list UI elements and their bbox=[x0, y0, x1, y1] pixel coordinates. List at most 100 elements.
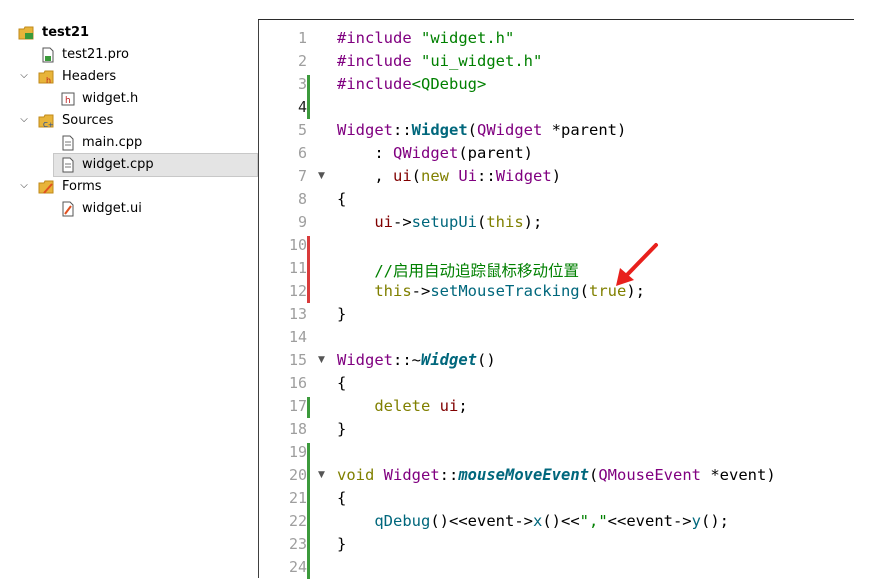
pro-file-icon bbox=[40, 47, 56, 63]
chevron-down-icon[interactable]: ⌵ bbox=[18, 114, 30, 126]
line-number: 13 bbox=[288, 305, 307, 323]
code-line[interactable]: #include "ui_widget.h" bbox=[337, 52, 542, 70]
code-token: Widget bbox=[337, 121, 393, 139]
line-number: 17 bbox=[288, 397, 307, 415]
code-token: { bbox=[337, 190, 347, 208]
code-line[interactable]: { bbox=[337, 374, 346, 392]
code-token: <QDebug> bbox=[411, 75, 487, 93]
change-marker bbox=[307, 236, 310, 303]
code-token: :: bbox=[393, 121, 412, 139]
code-line[interactable]: } bbox=[337, 535, 346, 553]
code-line[interactable]: #include<QDebug> bbox=[337, 75, 486, 93]
tree-item-label: main.cpp bbox=[82, 135, 143, 150]
tree-item-label: Sources bbox=[62, 113, 114, 128]
project-tree: test21 test21.pro ⌵ h Headers h widget.h… bbox=[0, 20, 258, 578]
code-token: mouseMoveEvent bbox=[458, 466, 589, 484]
tree-item-project[interactable]: test21 bbox=[0, 22, 258, 44]
code-line[interactable]: this->setMouseTracking(true); bbox=[337, 282, 645, 300]
line-number: 6 bbox=[297, 144, 307, 162]
code-line[interactable]: } bbox=[337, 305, 346, 323]
code-token: ( bbox=[477, 213, 487, 231]
headers-folder-icon: h bbox=[38, 69, 54, 85]
code-token: QMouseEvent bbox=[598, 466, 701, 484]
code-token: :: bbox=[439, 466, 459, 484]
line-number: 12 bbox=[288, 282, 307, 300]
code-token: ( bbox=[411, 167, 422, 185]
change-marker bbox=[307, 443, 310, 579]
code-token: ( bbox=[467, 121, 478, 139]
tree-item-label: widget.ui bbox=[82, 201, 142, 216]
tree-item-label: widget.cpp bbox=[82, 157, 154, 172]
code-line[interactable]: { bbox=[337, 190, 346, 208]
code-token: ()<< bbox=[542, 512, 580, 530]
code-token: ()<<event-> bbox=[430, 512, 533, 530]
code-token: { bbox=[337, 489, 347, 507]
code-line[interactable]: void Widget::mouseMoveEvent(QMouseEvent … bbox=[337, 466, 776, 484]
tree-item-label: test21.pro bbox=[62, 47, 129, 62]
code-line[interactable]: { bbox=[337, 489, 346, 507]
line-number: 4 bbox=[297, 98, 307, 116]
tree-item-widget-ui[interactable]: widget.ui bbox=[0, 198, 258, 220]
code-token: ui bbox=[439, 397, 459, 415]
code-token: this bbox=[486, 213, 524, 231]
chevron-down-icon[interactable]: ⌵ bbox=[18, 70, 30, 82]
tree-item-pro[interactable]: test21.pro bbox=[0, 44, 258, 66]
code-line[interactable]: ui->setupUi(this); bbox=[337, 213, 542, 231]
code-token: *event) bbox=[701, 466, 776, 484]
code-token: , bbox=[337, 167, 393, 185]
code-token: #include bbox=[337, 29, 421, 47]
change-marker bbox=[307, 75, 310, 119]
code-line[interactable]: qDebug()<<event->x()<<","<<event->y(); bbox=[337, 512, 729, 530]
tree-item-label: Forms bbox=[62, 179, 102, 194]
code-token: QWidget bbox=[393, 144, 459, 162]
line-number: 5 bbox=[297, 121, 307, 139]
line-number: 3 bbox=[297, 75, 307, 93]
code-line[interactable]: Widget::~Widget() bbox=[337, 351, 496, 369]
code-token: ui bbox=[374, 213, 393, 231]
code-token: Widget bbox=[495, 167, 552, 185]
chevron-down-icon[interactable]: ⌵ bbox=[18, 180, 30, 192]
code-token: ); bbox=[626, 282, 645, 300]
tree-item-widget-cpp[interactable]: widget.cpp bbox=[53, 153, 258, 177]
code-line[interactable]: , ui(new Ui::Widget) bbox=[337, 167, 561, 185]
code-token: Widget bbox=[383, 466, 440, 484]
code-token: true bbox=[588, 282, 627, 300]
code-token: Widget bbox=[421, 351, 477, 369]
code-line[interactable]: //启用自动追踪鼠标移动位置 bbox=[337, 259, 579, 281]
code-line[interactable]: } bbox=[337, 420, 346, 438]
fold-marker-icon[interactable]: ▼ bbox=[318, 355, 325, 365]
tree-item-sources[interactable]: ⌵ C+ Sources bbox=[0, 110, 258, 132]
fold-marker-icon[interactable]: ▼ bbox=[318, 171, 325, 181]
project-name: test21 bbox=[42, 25, 90, 40]
tree-item-forms[interactable]: ⌵ Forms bbox=[0, 176, 258, 198]
code-token: ; bbox=[458, 397, 468, 415]
code-token: Ui bbox=[458, 167, 478, 185]
code-token: delete bbox=[374, 397, 431, 415]
line-number: 8 bbox=[297, 190, 307, 208]
code-token: #include bbox=[337, 52, 421, 70]
tree-item-headers[interactable]: ⌵ h Headers bbox=[0, 66, 258, 88]
code-line[interactable]: : QWidget(parent) bbox=[337, 144, 533, 162]
fold-marker-icon[interactable]: ▼ bbox=[318, 470, 325, 480]
code-token: void bbox=[337, 466, 375, 484]
code-token: Widget bbox=[337, 351, 393, 369]
code-line[interactable]: delete ui; bbox=[337, 397, 468, 415]
code-line[interactable]: #include "widget.h" bbox=[337, 29, 514, 47]
line-number: 22 bbox=[288, 512, 307, 530]
line-number: 19 bbox=[288, 443, 307, 461]
code-line[interactable]: Widget::Widget(QWidget *parent) bbox=[337, 121, 626, 139]
header-file-icon: h bbox=[60, 91, 76, 107]
tree-item-widget-h[interactable]: h widget.h bbox=[0, 88, 258, 110]
code-token: () bbox=[477, 351, 496, 369]
code-token: "," bbox=[579, 512, 608, 530]
tree-item-main-cpp[interactable]: main.cpp bbox=[0, 132, 258, 154]
code-token: ) bbox=[551, 167, 562, 185]
code-token: "ui_widget.h" bbox=[421, 52, 543, 70]
